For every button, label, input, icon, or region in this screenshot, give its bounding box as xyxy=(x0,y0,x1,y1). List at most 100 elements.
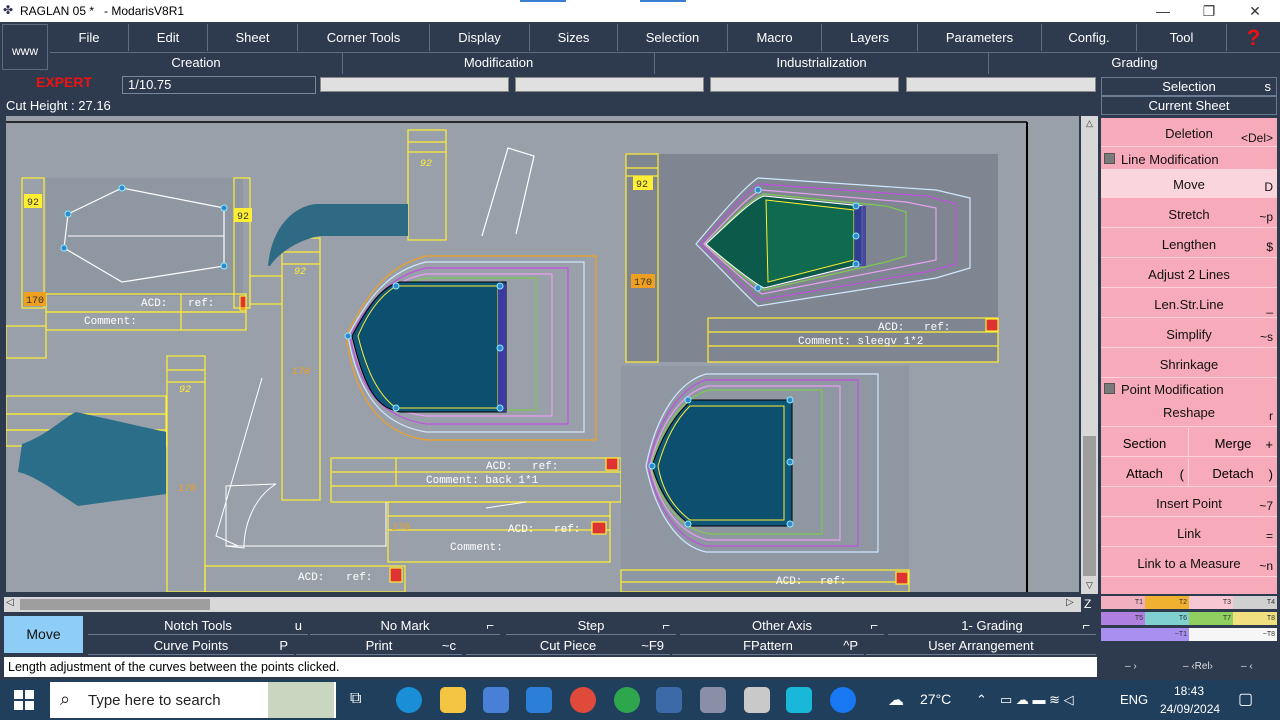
color-tag[interactable]: T7 xyxy=(1189,612,1233,625)
menu-sizes[interactable]: Sizes xyxy=(530,24,618,51)
color-tag[interactable]: T1 xyxy=(1101,596,1145,609)
nav-release-button[interactable]: – ‹Rel› xyxy=(1183,661,1213,672)
print-button[interactable]: Print ~c xyxy=(296,636,462,655)
horizontal-scrollbar[interactable]: ◁ ▷ xyxy=(4,597,1081,612)
pattern-canvas[interactable]: 92 170 92 92 92 170 92 170 170 92 170 AC… xyxy=(6,116,1079,592)
scroll-down-icon[interactable]: ▽ xyxy=(1083,580,1096,592)
section-label: Point Modification xyxy=(1121,382,1224,397)
nav-left-button[interactable]: – › xyxy=(1125,661,1137,672)
step-dropdown[interactable]: Step ⌐ xyxy=(506,616,676,635)
hscroll-thumb[interactable] xyxy=(20,599,210,610)
zoom-icon[interactable]: Z xyxy=(1084,597,1091,611)
scroll-left-icon[interactable]: ◁ xyxy=(6,597,14,608)
no-mark-dropdown[interactable]: No Mark ⌐ xyxy=(310,616,500,635)
menu-sheet[interactable]: Sheet xyxy=(208,24,298,51)
mail-icon[interactable] xyxy=(526,687,552,713)
tab-modification[interactable]: Modification xyxy=(343,53,655,74)
curve-points-button[interactable]: Curve Points P xyxy=(88,636,294,655)
color-tag[interactable]: T8 xyxy=(1233,612,1277,625)
menu-file[interactable]: File xyxy=(50,24,129,51)
lengthen-button[interactable]: Lengthen $ xyxy=(1101,229,1277,258)
app-gray-icon[interactable] xyxy=(700,687,726,713)
menu-config[interactable]: Config. xyxy=(1042,24,1137,51)
color-tag[interactable]: T2 xyxy=(1145,596,1189,609)
user-arrangement-button[interactable]: User Arrangement xyxy=(866,636,1096,655)
color-tag[interactable]: T5 xyxy=(1101,612,1145,625)
color-tag[interactable]: ~T1 xyxy=(1101,628,1189,641)
clock-date[interactable]: 24/09/2024 xyxy=(1160,702,1220,716)
move-tool-button[interactable]: Move D xyxy=(1101,169,1277,198)
chrome-icon[interactable] xyxy=(570,687,596,713)
point-modification-header[interactable]: Point Modification xyxy=(1101,379,1277,399)
link-button[interactable]: Link = xyxy=(1101,518,1277,547)
canva-icon[interactable] xyxy=(786,687,812,713)
cut-piece-button[interactable]: Cut Piece ~F9 xyxy=(466,636,670,655)
edge-icon[interactable] xyxy=(396,687,422,713)
current-sheet-header[interactable]: Current Sheet xyxy=(1101,96,1277,115)
deletion-button[interactable]: Deletion <Del> xyxy=(1101,118,1277,147)
app-film-icon[interactable] xyxy=(744,687,770,713)
language-indicator[interactable]: ENG xyxy=(1120,692,1148,707)
insert-point-button[interactable]: Insert Point ~7 xyxy=(1101,488,1277,517)
reshape-button[interactable]: Reshape r xyxy=(1101,398,1277,427)
section-button[interactable]: Section xyxy=(1101,428,1189,457)
store-icon[interactable] xyxy=(483,687,509,713)
tray-up-icon[interactable]: ⌃ xyxy=(976,692,987,708)
color-tag[interactable]: ~T8 xyxy=(1189,628,1277,641)
stretch-button[interactable]: Stretch ~p xyxy=(1101,199,1277,228)
color-tag[interactable]: T4 xyxy=(1233,596,1277,609)
nav-right-button[interactable]: – ‹ xyxy=(1241,661,1253,672)
tab-grading[interactable]: Grading xyxy=(989,53,1280,74)
menu-corner-tools[interactable]: Corner Tools xyxy=(298,24,430,51)
line-modification-header[interactable]: Line Modification xyxy=(1101,149,1277,169)
windows-start-icon[interactable] xyxy=(14,690,34,710)
tab-creation[interactable]: Creation xyxy=(50,53,343,74)
adjust-2-lines-button[interactable]: Adjust 2 Lines xyxy=(1101,259,1277,288)
facebook-icon[interactable] xyxy=(830,687,856,713)
app-green-icon[interactable] xyxy=(614,687,640,713)
menu-edit[interactable]: Edit xyxy=(129,24,208,51)
simplify-button[interactable]: Simplify ~s xyxy=(1101,319,1277,348)
grading-dropdown[interactable]: 1- Grading ⌐ xyxy=(888,616,1096,635)
dropdown-icon: ⌐ xyxy=(486,618,494,633)
merge-button[interactable]: Merge + xyxy=(1189,428,1277,457)
vertical-scrollbar[interactable]: △ ▽ xyxy=(1081,116,1098,594)
task-view-icon[interactable]: ⧉ xyxy=(350,690,361,708)
restore-button[interactable]: ❐ xyxy=(1186,0,1232,22)
menu-parameters[interactable]: Parameters xyxy=(918,24,1042,51)
other-axis-dropdown[interactable]: Other Axis ⌐ xyxy=(680,616,884,635)
close-button[interactable]: ✕ xyxy=(1232,0,1278,22)
scroll-thumb[interactable] xyxy=(1083,436,1096,576)
weather-icon[interactable]: ☁ xyxy=(888,690,904,710)
selection-header[interactable]: Selection s xyxy=(1101,77,1277,96)
attach-button[interactable]: Attach ( xyxy=(1101,458,1189,487)
len-str-line-button[interactable]: Len.Str.Line _ xyxy=(1101,289,1277,318)
shrinkage-button[interactable]: Shrinkage xyxy=(1101,349,1277,378)
tray-icons[interactable]: ▭ ☁ ▬ ≋ ◁ xyxy=(1000,692,1074,708)
scale-field[interactable]: 1/10.75 xyxy=(122,76,316,94)
help-icon[interactable]: ? xyxy=(1227,24,1280,51)
detach-button[interactable]: Detach ) xyxy=(1189,458,1277,487)
color-tag[interactable]: T6 xyxy=(1145,612,1189,625)
menu-display[interactable]: Display xyxy=(430,24,530,51)
menu-macro[interactable]: Macro xyxy=(728,24,822,51)
weather-temp[interactable]: 27°C xyxy=(920,691,951,707)
scroll-up-icon[interactable]: △ xyxy=(1083,118,1096,130)
fpattern-button[interactable]: FPattern ^P xyxy=(672,636,864,655)
piece-label: Comment: xyxy=(450,542,503,554)
file-explorer-icon[interactable] xyxy=(440,687,466,713)
color-tag[interactable]: T3 xyxy=(1189,596,1233,609)
current-tool-move[interactable]: Move xyxy=(4,616,83,653)
modaris-taskbar-icon[interactable] xyxy=(656,687,682,713)
notch-tools-button[interactable]: Notch Tools u xyxy=(88,616,308,635)
notification-icon[interactable]: ▢ xyxy=(1238,689,1253,709)
taskbar-search[interactable]: ⌕ Type here to search xyxy=(50,682,336,718)
link-to-measure-button[interactable]: Link to a Measure ~n xyxy=(1101,548,1277,577)
scroll-right-icon[interactable]: ▷ xyxy=(1066,597,1074,608)
menu-tool[interactable]: Tool xyxy=(1137,24,1227,51)
minimize-button[interactable]: — xyxy=(1140,0,1186,22)
menu-selection[interactable]: Selection xyxy=(618,24,728,51)
clock-time[interactable]: 18:43 xyxy=(1174,684,1204,698)
menu-layers[interactable]: Layers xyxy=(822,24,918,51)
tab-industrialization[interactable]: Industrialization xyxy=(655,53,989,74)
